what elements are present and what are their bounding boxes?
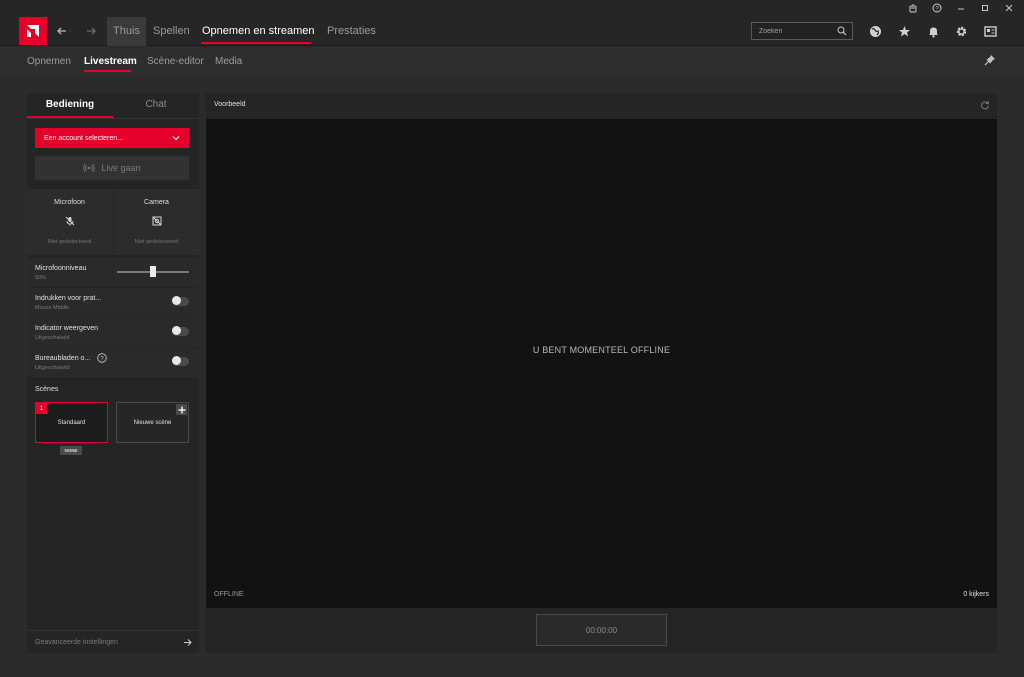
subnav-media[interactable]: Media — [215, 56, 242, 67]
subnav-opnemen[interactable]: Opnemen — [27, 56, 71, 67]
push-to-talk-toggle[interactable] — [172, 296, 189, 306]
scene-card-standaard[interactable]: 1 Standaard — [35, 402, 108, 443]
viewer-count: 0 kijkers — [963, 591, 989, 598]
sub-navigation: Opnemen Livestream Scène-editor Media — [0, 47, 1024, 76]
nav-active-indicator — [201, 42, 311, 44]
search-icon[interactable] — [837, 26, 847, 36]
scene-hotkey-badge: NONE — [60, 446, 82, 455]
toggle-knob — [172, 326, 181, 335]
plus-icon — [176, 404, 187, 415]
bug-report-icon[interactable] — [903, 1, 923, 15]
desktop-toggle[interactable] — [172, 356, 189, 366]
toggle-knob — [172, 356, 181, 365]
microphone-label: Microfoon — [54, 199, 85, 206]
stream-status: OFFLINE — [214, 591, 244, 598]
indicator-status: Uitgeschakeld — [35, 335, 70, 341]
scene-name: Standaard — [57, 419, 86, 426]
help-icon[interactable]: ? — [927, 1, 947, 15]
globe-icon[interactable] — [867, 23, 883, 39]
camera-device[interactable]: Camera Niet gedetecteerd — [114, 189, 199, 255]
pin-icon[interactable] — [984, 54, 996, 66]
tabs-divider — [27, 118, 199, 119]
mic-level-slider-thumb[interactable] — [150, 266, 156, 277]
minimize-icon[interactable] — [951, 1, 971, 15]
arrow-right-icon — [184, 639, 192, 646]
devices-divider — [113, 189, 114, 255]
search-box — [751, 22, 853, 40]
nav-thuis[interactable]: Thuis — [107, 17, 146, 46]
maximize-icon[interactable] — [975, 1, 995, 15]
mic-level-label: Microfoonniveau — [35, 265, 87, 272]
subnav-livestream[interactable]: Livestream — [84, 56, 137, 67]
microphone-off-icon — [65, 216, 74, 226]
broadcast-icon — [83, 163, 96, 173]
push-to-talk-row: Indrukken voor prat... Mouse Middle — [27, 288, 199, 317]
preview-header: Voorbeeld — [206, 93, 997, 119]
title-bar: ? — [0, 0, 1024, 16]
mic-level-row: Microfoonniveau 50% — [27, 258, 199, 287]
go-live-label: Live gaan — [101, 163, 141, 173]
refresh-icon[interactable] — [980, 100, 990, 110]
question-mark-icon[interactable]: ? — [97, 353, 107, 363]
nav-prestaties[interactable]: Prestaties — [327, 25, 376, 37]
new-scene-label: Nieuwe scène — [133, 419, 172, 426]
search-input[interactable] — [752, 27, 832, 35]
microphone-device[interactable]: Microfoon Niet gedetecteerd — [27, 189, 112, 255]
mic-level-value: 50% — [35, 275, 47, 281]
scene-number: 1 — [36, 403, 47, 414]
svg-text:?: ? — [100, 356, 104, 362]
favorites-star-icon[interactable] — [896, 23, 912, 39]
chevron-down-icon — [172, 136, 180, 141]
push-to-talk-key: Mouse Middle — [35, 305, 70, 311]
subnav-active-indicator — [84, 70, 131, 72]
notifications-bell-icon[interactable] — [925, 23, 941, 39]
controls-panel: Bediening Chat Een account selecteren...… — [27, 93, 199, 653]
advanced-settings-label: Geavanceerde instellingen — [35, 639, 118, 646]
nav-opnemen-en-streamen[interactable]: Opnemen en streamen — [202, 25, 315, 37]
toggle-knob — [172, 296, 181, 305]
stream-timer: 00:00:00 — [536, 614, 667, 646]
indicator-label: Indicator weergeven — [35, 325, 99, 332]
offline-message: U BENT MOMENTEEL OFFLINE — [532, 345, 671, 355]
subnav-scene-editor[interactable]: Scène-editor — [147, 56, 204, 67]
desktop-row: Bureaubladen o... ? Uitgeschakeld — [27, 348, 199, 377]
camera-label: Camera — [144, 199, 169, 206]
settings-gear-icon[interactable] — [953, 23, 969, 39]
account-select-label: Een account selecteren... — [44, 134, 123, 142]
preview-panel: Voorbeeld U BENT MOMENTEEL OFFLINE OFFLI… — [206, 93, 997, 653]
back-arrow-icon[interactable] — [53, 22, 71, 40]
account-select-dropdown[interactable]: Een account selecteren... — [35, 128, 189, 148]
nav-spellen[interactable]: Spellen — [153, 25, 190, 37]
close-icon[interactable] — [999, 1, 1019, 15]
indicator-toggle[interactable] — [172, 326, 189, 336]
preview-screen: U BENT MOMENTEEL OFFLINE OFFLINE 0 kijke… — [206, 119, 997, 608]
push-to-talk-label: Indrukken voor prat... — [35, 295, 102, 302]
preview-title: Voorbeeld — [214, 101, 246, 108]
microphone-status: Niet gedetecteerd — [47, 239, 92, 245]
main-navigation: Thuis Spellen Opnemen en streamen Presta… — [0, 16, 1024, 46]
tab-chat[interactable]: Chat — [113, 93, 199, 117]
new-scene-card[interactable]: Nieuwe scène — [116, 402, 189, 443]
desktop-label: Bureaubladen o... — [35, 355, 91, 362]
go-live-button[interactable]: Live gaan — [35, 156, 189, 180]
camera-off-icon — [152, 216, 161, 226]
desktop-status: Uitgeschakeld — [35, 365, 70, 371]
forward-arrow-icon[interactable] — [82, 22, 100, 40]
camera-status: Niet gedetecteerd — [134, 239, 179, 245]
scenes-title: Scènes — [35, 386, 59, 393]
profile-card-icon[interactable] — [982, 23, 998, 39]
tab-bediening[interactable]: Bediening — [27, 93, 113, 117]
indicator-row: Indicator weergeven Uitgeschakeld — [27, 318, 199, 347]
amd-logo[interactable] — [19, 17, 47, 45]
amd-logo-icon — [27, 25, 39, 37]
advanced-settings-link[interactable]: Geavanceerde instellingen — [27, 630, 199, 653]
